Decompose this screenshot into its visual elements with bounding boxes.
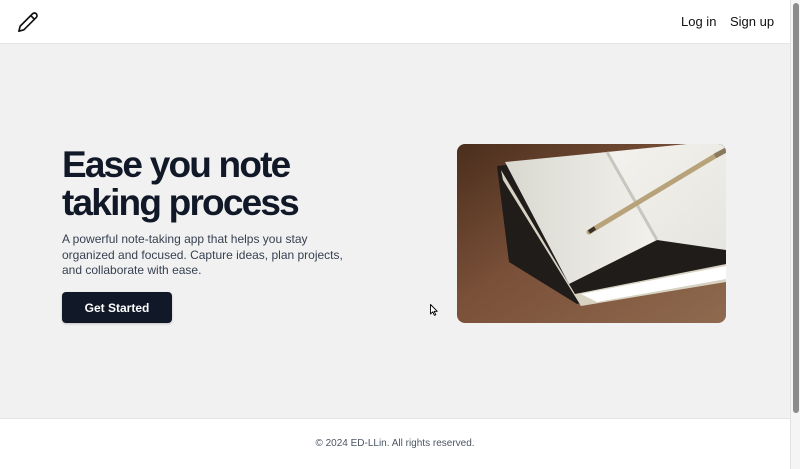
pencil-icon[interactable] bbox=[17, 11, 39, 33]
signup-link[interactable]: Sign up bbox=[730, 14, 774, 29]
footer: © 2024 ED-LLin. All rights reserved. bbox=[0, 418, 790, 469]
get-started-button[interactable]: Get Started bbox=[62, 292, 172, 323]
hero-title: Ease you note taking process bbox=[62, 144, 300, 223]
hero-notebook-image bbox=[457, 144, 726, 323]
mouse-cursor-icon bbox=[430, 303, 438, 316]
scrollbar-thumb[interactable] bbox=[793, 3, 799, 413]
hero-description: A powerful note-taking app that helps yo… bbox=[62, 232, 343, 277]
vertical-scrollbar[interactable] bbox=[790, 0, 800, 469]
login-link[interactable]: Log in bbox=[681, 14, 716, 29]
copyright-text: © 2024 ED-LLin. All rights reserved. bbox=[315, 438, 475, 449]
page: Log in Sign up Ease you note taking proc… bbox=[0, 0, 800, 469]
top-nav-bar: Log in Sign up bbox=[0, 0, 790, 44]
hero-section: Ease you note taking process A powerful … bbox=[0, 44, 790, 418]
